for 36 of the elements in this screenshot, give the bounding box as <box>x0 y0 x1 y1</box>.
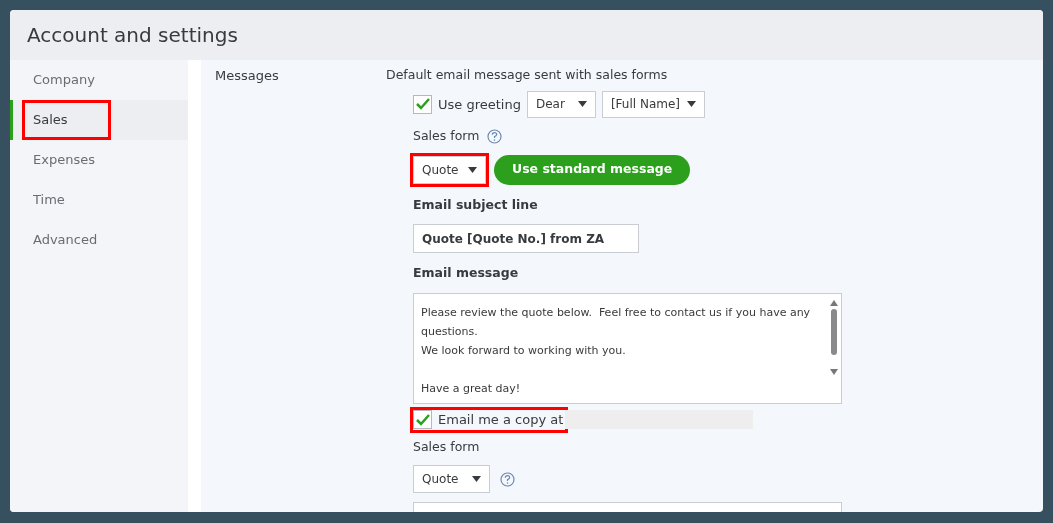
caret-icon <box>472 476 481 483</box>
name-select[interactable]: [Full Name] <box>601 90 705 118</box>
sidebar-item[interactable]: Company <box>10 60 188 100</box>
scroll-down-icon[interactable] <box>830 369 838 375</box>
section-label: Messages <box>215 67 280 85</box>
sidebar-item[interactable]: Sales <box>10 100 188 140</box>
message-text-line: Have a great day! <box>421 381 522 397</box>
help-icon[interactable] <box>487 128 503 144</box>
field-label: Email message <box>413 264 520 283</box>
greeting-label: Use greeting <box>438 95 521 114</box>
scroll-thumb[interactable] <box>831 309 837 355</box>
copy-label: Email me a copy at <box>438 411 564 429</box>
message-text-line: Please review the quote below. Feel free to contact us if you have any questions. <box>421 305 812 340</box>
message-field[interactable]: Please review the quote below. Feel free to contact us if you have any questions. We look forward to working with you. Have a great day! <box>413 293 842 404</box>
sales-form-select[interactable]: Quote <box>413 465 490 494</box>
salutation-select[interactable]: Dear <box>526 90 596 118</box>
sidebar-item[interactable]: Advanced <box>10 220 188 260</box>
sidebar-item[interactable]: Time <box>10 180 188 220</box>
checkbox[interactable] <box>413 94 432 114</box>
field-label: Sales form <box>413 437 481 456</box>
caret-icon <box>577 101 587 108</box>
scroll-up-icon[interactable] <box>830 300 838 306</box>
section-heading: Default email message sent with sales forms <box>386 66 669 84</box>
checkbox[interactable] <box>413 410 432 430</box>
checkmark-icon <box>415 98 430 111</box>
subject-field[interactable]: Quote [Quote No.] from ZA <box>413 224 639 254</box>
window-title: Account and settings <box>27 22 238 49</box>
caret-icon <box>686 101 696 108</box>
help-icon[interactable] <box>500 471 515 487</box>
sales-form-select[interactable]: Quote <box>413 155 486 184</box>
field-label: Sales form <box>413 126 480 145</box>
sidebar-item[interactable]: Expenses <box>10 140 188 180</box>
checkmark-icon <box>415 413 430 426</box>
message-text-line: We look forward to working with you. <box>421 343 627 359</box>
field-label: Email subject line <box>413 195 539 214</box>
caret-icon <box>468 166 477 173</box>
